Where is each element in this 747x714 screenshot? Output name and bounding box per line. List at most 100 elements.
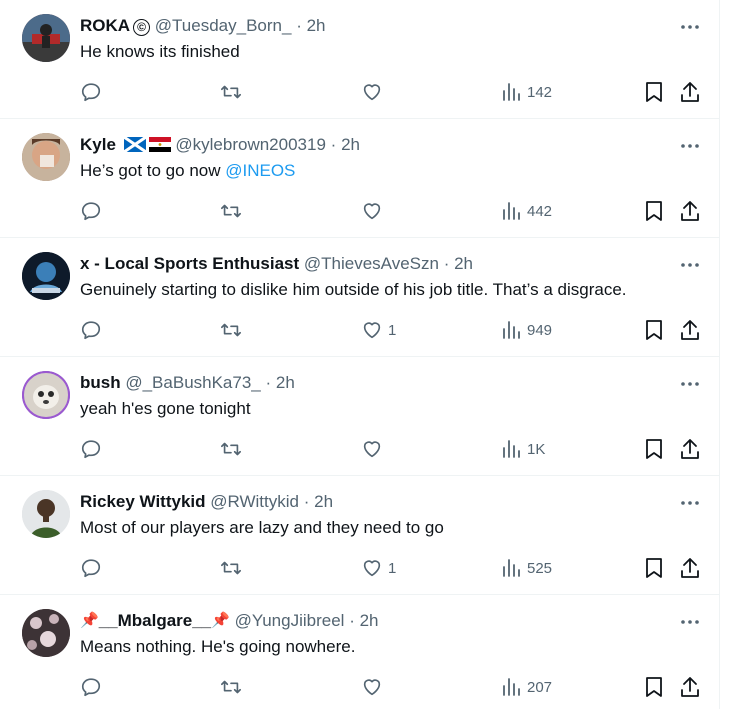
display-name[interactable]: Kyle bbox=[80, 135, 116, 154]
handle[interactable]: @RWittykid bbox=[210, 492, 299, 511]
bookmark-button[interactable] bbox=[644, 318, 664, 342]
bookmark-button[interactable] bbox=[644, 437, 664, 461]
views-button[interactable]: 525 bbox=[502, 556, 552, 580]
handle[interactable]: @_BaBushKa73_ bbox=[125, 373, 260, 392]
reply-item[interactable]: Rickey Wittykid @RWittykid · 2h Most of … bbox=[0, 476, 719, 595]
views-button[interactable]: 1K bbox=[502, 437, 545, 461]
mention-link[interactable]: @INEOS bbox=[225, 161, 295, 180]
action-bar: 1K bbox=[0, 437, 720, 461]
like-button[interactable] bbox=[361, 437, 388, 461]
display-name[interactable]: ROKA bbox=[80, 16, 130, 35]
more-options-button[interactable] bbox=[680, 20, 700, 34]
timestamp[interactable]: 2h bbox=[454, 254, 473, 273]
more-options-button[interactable] bbox=[680, 258, 700, 272]
reply-text: Means nothing. He's going nowhere. bbox=[80, 636, 355, 658]
avatar[interactable] bbox=[22, 371, 70, 419]
reply-item[interactable]: x - Local Sports Enthusiast @ThievesAveS… bbox=[0, 238, 719, 357]
bookmark-button[interactable] bbox=[644, 675, 664, 699]
retweet-icon bbox=[221, 85, 241, 99]
share-button[interactable] bbox=[680, 318, 700, 342]
bookmark-button[interactable] bbox=[644, 556, 664, 580]
timestamp[interactable]: 2h bbox=[307, 16, 326, 35]
avatar[interactable] bbox=[22, 490, 70, 538]
views-button[interactable]: 207 bbox=[502, 675, 552, 699]
timestamp[interactable]: 2h bbox=[314, 492, 333, 511]
reply-button[interactable] bbox=[80, 199, 107, 223]
separator: · bbox=[330, 135, 337, 154]
reply-text: yeah h'es gone tonight bbox=[80, 398, 251, 420]
timestamp[interactable]: 2h bbox=[276, 373, 295, 392]
avatar[interactable] bbox=[22, 14, 70, 62]
retweet-icon bbox=[221, 561, 241, 575]
retweet-button[interactable] bbox=[219, 318, 248, 342]
avatar-image-icon bbox=[22, 252, 70, 300]
like-button[interactable] bbox=[361, 80, 388, 104]
pin-emoji-icon: 📌 bbox=[211, 612, 230, 629]
more-icon bbox=[681, 620, 699, 624]
more-options-button[interactable] bbox=[680, 615, 700, 629]
timestamp[interactable]: 2h bbox=[341, 135, 360, 154]
reply-text: Most of our players are lazy and they ne… bbox=[80, 517, 444, 539]
bookmark-button[interactable] bbox=[644, 199, 664, 223]
reply-item[interactable]: 📌__Mbalgare__📌 @YungJiibreel · 2h Means … bbox=[0, 595, 719, 714]
handle[interactable]: @YungJiibreel bbox=[235, 611, 345, 630]
display-name[interactable]: bush bbox=[80, 373, 121, 392]
reply-item[interactable]: ROKA © @Tuesday_Born_ · 2h He knows its f… bbox=[0, 0, 719, 119]
separator: · bbox=[296, 16, 302, 35]
like-button[interactable] bbox=[361, 199, 388, 223]
like-icon bbox=[363, 560, 381, 577]
retweet-button[interactable] bbox=[219, 675, 248, 699]
like-icon bbox=[363, 441, 381, 458]
more-options-button[interactable] bbox=[680, 496, 700, 510]
views-button[interactable]: 142 bbox=[502, 80, 552, 104]
share-button[interactable] bbox=[680, 437, 700, 461]
display-name[interactable]: Rickey Wittykid bbox=[80, 492, 206, 511]
retweet-button[interactable] bbox=[219, 199, 248, 223]
handle[interactable]: @Tuesday_Born_ bbox=[155, 16, 292, 35]
avatar[interactable] bbox=[22, 252, 70, 300]
reply-header: 📌__Mbalgare__📌 @YungJiibreel · 2h bbox=[80, 610, 379, 632]
reply-button[interactable] bbox=[80, 318, 107, 342]
views-icon bbox=[503, 321, 520, 339]
replies-timeline: ROKA © @Tuesday_Born_ · 2h He knows its f… bbox=[0, 0, 720, 709]
retweet-button[interactable] bbox=[219, 556, 248, 580]
views-button[interactable]: 442 bbox=[502, 199, 552, 223]
avatar[interactable] bbox=[22, 133, 70, 181]
views-icon bbox=[503, 202, 520, 220]
reply-button[interactable] bbox=[80, 80, 107, 104]
like-button[interactable]: 1 bbox=[361, 556, 396, 580]
more-options-button[interactable] bbox=[680, 139, 700, 153]
like-button[interactable] bbox=[361, 675, 388, 699]
avatar-image-icon bbox=[22, 14, 70, 62]
avatar[interactable] bbox=[22, 609, 70, 657]
reply-icon bbox=[81, 440, 101, 459]
display-name[interactable]: x - Local Sports Enthusiast bbox=[80, 254, 299, 273]
reply-button[interactable] bbox=[80, 437, 107, 461]
reply-text-body: yeah h'es gone tonight bbox=[80, 399, 251, 418]
bookmark-button[interactable] bbox=[644, 80, 664, 104]
reply-item[interactable]: Kyle @kylebrown200319 · 2h He’s got to g… bbox=[0, 119, 719, 238]
timestamp[interactable]: 2h bbox=[360, 611, 379, 630]
like-button[interactable]: 1 bbox=[361, 318, 396, 342]
avatar-image-icon bbox=[22, 371, 70, 419]
share-icon bbox=[681, 439, 699, 459]
reply-icon bbox=[81, 321, 101, 340]
reply-button[interactable] bbox=[80, 675, 107, 699]
retweet-button[interactable] bbox=[219, 437, 248, 461]
display-name[interactable]: __Mbalgare__ bbox=[99, 611, 211, 630]
reply-item[interactable]: bush @_BaBushKa73_ · 2h yeah h'es gone t… bbox=[0, 357, 719, 476]
reply-button[interactable] bbox=[80, 556, 107, 580]
views-button[interactable]: 949 bbox=[502, 318, 552, 342]
share-icon bbox=[681, 558, 699, 578]
share-icon bbox=[681, 82, 699, 102]
share-button[interactable] bbox=[680, 556, 700, 580]
share-button[interactable] bbox=[680, 675, 700, 699]
share-button[interactable] bbox=[680, 80, 700, 104]
handle[interactable]: @ThievesAveSzn bbox=[304, 254, 439, 273]
more-options-button[interactable] bbox=[680, 377, 700, 391]
share-button[interactable] bbox=[680, 199, 700, 223]
retweet-button[interactable] bbox=[219, 80, 248, 104]
reply-header: x - Local Sports Enthusiast @ThievesAveS… bbox=[80, 253, 473, 275]
handle[interactable]: @kylebrown200319 bbox=[175, 135, 326, 154]
share-icon bbox=[681, 320, 699, 340]
